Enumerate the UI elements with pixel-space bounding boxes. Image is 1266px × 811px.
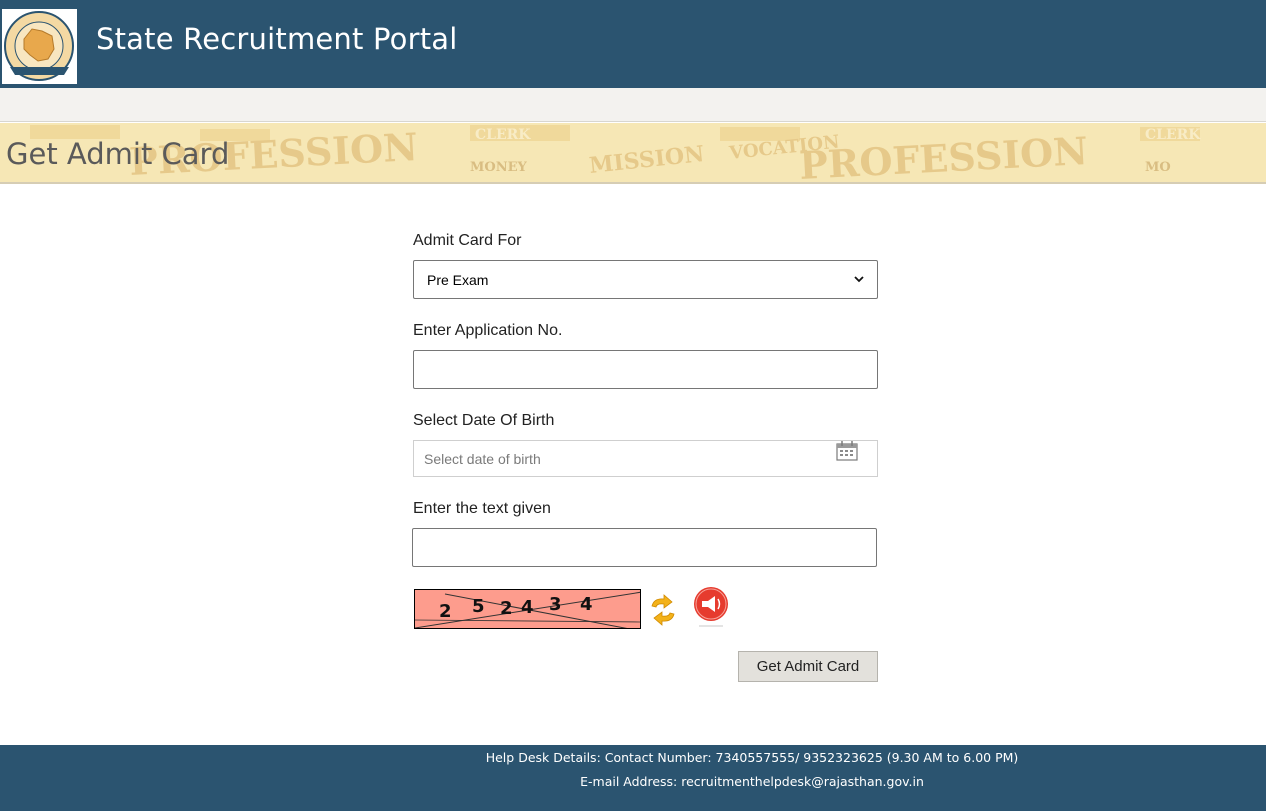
refresh-captcha-icon[interactable]	[648, 594, 678, 626]
captcha-char: 5	[472, 596, 485, 617]
calendar-icon[interactable]	[836, 441, 858, 464]
captcha-char: 2	[500, 598, 513, 619]
site-title: State Recruitment Portal	[96, 22, 458, 56]
chevron-down-icon	[854, 274, 864, 286]
application-no-label: Enter Application No.	[413, 322, 563, 339]
helpdesk-contact-text: Help Desk Details: Contact Number: 73405…	[485, 750, 1019, 765]
portal-logo[interactable]	[2, 9, 77, 84]
captcha-char: 4	[521, 597, 534, 618]
navigation-bar	[0, 88, 1266, 122]
admit-card-for-label: Admit Card For	[413, 232, 522, 249]
captcha-char: 4	[580, 594, 593, 615]
audio-captcha-icon[interactable]	[693, 586, 729, 630]
admit-card-for-select[interactable]: Pre Exam	[413, 260, 878, 299]
site-header: State Recruitment Portal	[0, 0, 1266, 88]
helpdesk-email-text: E-mail Address: recruitmenthelpdesk@raja…	[580, 774, 924, 789]
captcha-label: Enter the text given	[413, 500, 551, 517]
admit-card-for-selected-value: Pre Exam	[427, 271, 489, 288]
captcha-image: 2 5 2 4 3 4	[414, 589, 641, 629]
captcha-char: 3	[549, 594, 562, 615]
captcha-input[interactable]	[412, 528, 877, 567]
application-no-input[interactable]	[413, 350, 878, 389]
site-footer: Help Desk Details: Contact Number: 73405…	[0, 745, 1266, 811]
page-banner: PROFESSION PROFESSION CLERK MONEY MISSIO…	[0, 123, 1266, 184]
svg-text:MO: MO	[1145, 160, 1171, 175]
dob-field[interactable]	[413, 440, 878, 477]
captcha-char: 2	[439, 601, 452, 622]
dob-input[interactable]	[424, 450, 824, 467]
svg-text:CLERK: CLERK	[1145, 127, 1201, 143]
get-admit-card-button[interactable]: Get Admit Card	[738, 651, 878, 682]
svg-text:MONEY: MONEY	[470, 160, 528, 175]
page-title: Get Admit Card	[6, 137, 230, 171]
dob-label: Select Date Of Birth	[413, 412, 555, 429]
svg-text:CLERK: CLERK	[475, 127, 531, 143]
